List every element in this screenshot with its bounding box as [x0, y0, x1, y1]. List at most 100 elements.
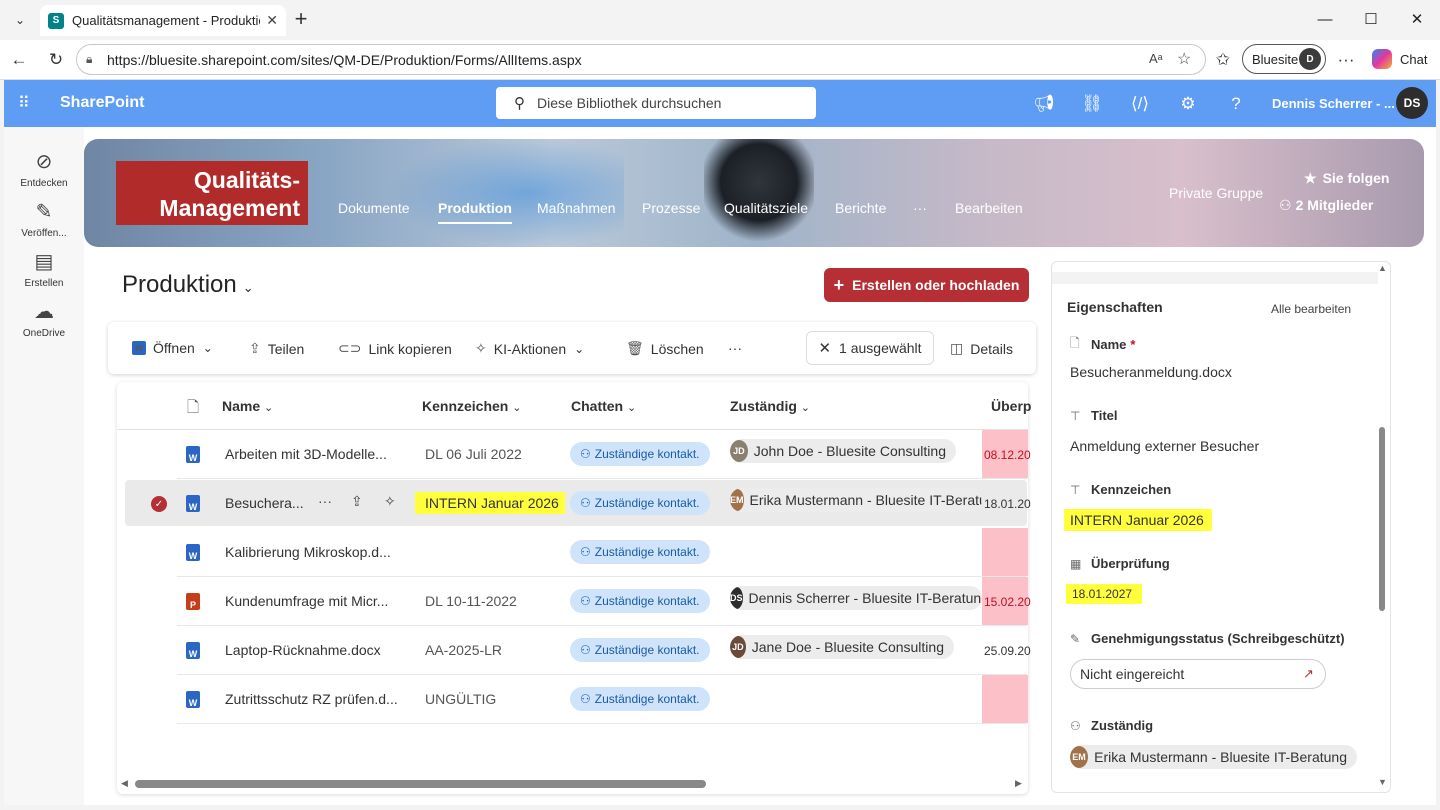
checkmark-icon[interactable]: ✓ [151, 496, 167, 512]
person-name: Erika Mustermann - Bluesite IT-Beratung [1094, 749, 1347, 765]
chat-pill[interactable]: ⚇ Zuständige kontakt. [570, 442, 710, 466]
ai-actions-button[interactable]: ✧ KI-Aktionen ⌄ [475, 340, 584, 357]
gear-icon[interactable]: ⚙︎ [1176, 92, 1200, 116]
chat-pill-label: Zuständige kontakt. [594, 447, 700, 461]
megaphone-icon[interactable]: 📢︎ [1032, 92, 1056, 116]
panel-vertical-scrollbar[interactable] [1379, 427, 1385, 611]
favorite-star-icon[interactable]: ☆ [1177, 49, 1191, 69]
person-chip[interactable]: JD John Doe - Bluesite Consulting [730, 439, 956, 463]
column-header-kennzeichen[interactable]: Kennzeichen ⌄ [422, 398, 521, 414]
refresh-button[interactable]: ↻ [43, 47, 69, 73]
teams-share-icon[interactable]: ⛓︎ [1080, 92, 1104, 116]
row-name[interactable]: Zutrittsschutz RZ prüfen.d... [225, 691, 398, 707]
prop-kennzeichen-value[interactable]: INTERN Januar 2026 [1064, 509, 1212, 531]
prop-name-value[interactable]: Besucheranmeldung.docx [1070, 364, 1232, 380]
row-name[interactable]: Arbeiten mit 3D-Modelle... [225, 446, 387, 462]
delete-button[interactable]: 🗑︎ Löschen [626, 340, 704, 357]
row-name[interactable]: Kundenumfrage mit Micr... [225, 593, 388, 609]
scroll-left-icon[interactable]: ◀ [121, 778, 128, 789]
create-upload-button[interactable]: + Erstellen oder hochladen [824, 268, 1029, 302]
layout-icon: ▤ [34, 251, 54, 273]
scroll-down-icon[interactable]: ▼ [1378, 777, 1387, 787]
nav-produktion[interactable]: Produktion [438, 200, 512, 224]
rail-erstellen[interactable]: ▤ Erstellen [10, 250, 78, 289]
column-header-chatten[interactable]: Chatten ⌄ [571, 398, 636, 414]
row-name[interactable]: Laptop-Rücknahme.docx [225, 642, 381, 658]
tab-list-button[interactable]: ⌄ [8, 8, 32, 32]
chat-pill[interactable]: ⚇ Zuständige kontakt. [570, 687, 710, 711]
approval-status-field[interactable]: Nicht eingereicht ↗ [1070, 659, 1326, 689]
maximize-button[interactable]: ☐ [1348, 6, 1394, 32]
scroll-up-icon[interactable]: ▲ [1378, 263, 1387, 273]
chat-pill[interactable]: ⚇ Zuständige kontakt. [570, 491, 710, 515]
row-name[interactable]: Kalibrierung Mikroskop.d... [225, 544, 391, 560]
help-icon[interactable]: ? [1224, 92, 1248, 116]
person-chip[interactable]: EM Erika Mustermann - Bluesite IT-Beratu [730, 488, 982, 512]
column-header-name[interactable]: Name ⌄ [222, 398, 273, 414]
chat-pill[interactable]: ⚇ Zuständige kontakt. [570, 589, 710, 613]
members-button[interactable]: ⚇ 2 Mitglieder [1279, 197, 1373, 214]
profile-button[interactable]: Bluesite D [1242, 44, 1326, 74]
details-button[interactable]: ◫ Details [950, 340, 1013, 357]
column-header-ueberpruefung[interactable]: Überp [991, 398, 1031, 414]
nav-massnahmen[interactable]: Maßnahmen [537, 200, 616, 216]
column-header-zustaendig[interactable]: Zuständig ⌄ [730, 398, 810, 414]
follow-button[interactable]: ★ Sie folgen [1304, 170, 1389, 187]
url-field[interactable]: 🔒︎ https://bluesite.sharepoint.com/sites… [76, 44, 1206, 75]
nav-prozesse[interactable]: Prozesse [642, 200, 700, 216]
copilot-chat-button[interactable]: Chat [1372, 49, 1427, 69]
open-button[interactable]: W Öffnen ⌄ [132, 340, 213, 356]
nav-berichte[interactable]: Berichte [835, 200, 886, 216]
rail-onedrive[interactable]: ☁︎ OneDrive [10, 300, 78, 339]
settings-more-icon[interactable]: ··· [1333, 47, 1359, 73]
open-external-icon[interactable]: ↗ [1303, 666, 1314, 682]
row-more-icon[interactable]: ··· [318, 493, 332, 509]
nav-bearbeiten[interactable]: Bearbeiten [955, 200, 1023, 216]
chat-pill[interactable]: ⚇ Zuständige kontakt. [570, 638, 710, 662]
site-logo[interactable]: Qualitäts- Management [116, 161, 308, 225]
tab-title: Qualitätsmanagement - Produktion [72, 13, 261, 28]
user-avatar[interactable]: DS [1396, 87, 1428, 119]
prop-title-value[interactable]: Anmeldung externer Besucher [1070, 438, 1259, 454]
user-name[interactable]: Dennis Scherrer - ... [1272, 96, 1395, 111]
panel-top-strip [1052, 272, 1378, 284]
edit-all-link[interactable]: Alle bearbeiten [1271, 302, 1351, 316]
person-chip[interactable]: JD Jane Doe - Bluesite Consulting [730, 635, 954, 659]
horizontal-scrollbar[interactable] [135, 780, 706, 788]
sharepoint-title[interactable]: SharePoint [60, 94, 144, 112]
close-tab-icon[interactable]: ✕ [266, 12, 278, 29]
prop-review-value[interactable]: 18.01.2027 [1066, 584, 1143, 604]
row-name[interactable]: Besuchera... [225, 495, 304, 511]
library-search-input[interactable]: ⚲ Diese Bibliothek durchsuchen [496, 87, 816, 119]
approval-status-value: Nicht eingereicht [1080, 666, 1185, 682]
minimize-button[interactable]: — [1302, 6, 1348, 32]
more-commands-button[interactable]: ··· [728, 340, 742, 356]
rail-veroeffentlichen[interactable]: ✎ Veröffen... [10, 200, 78, 239]
nav-dokumente[interactable]: Dokumente [338, 200, 410, 216]
share-button[interactable]: ⇪ Teilen [249, 340, 304, 357]
favorites-icon[interactable]: ✩ [1210, 47, 1236, 73]
row-share-icon[interactable]: ⇪ [351, 493, 363, 510]
rail-entdecken[interactable]: ⊘ Entdecken [10, 150, 78, 189]
nav-more-button[interactable]: ··· [913, 200, 927, 216]
copy-link-button[interactable]: ⊂⊃ Link kopieren [338, 340, 452, 357]
code-icon[interactable]: ⟨/⟩ [1128, 92, 1152, 116]
app-launcher-icon[interactable]: ⠿ [18, 94, 38, 114]
person-chip[interactable]: DS Dennis Scherrer - Bluesite IT-Beratun [730, 586, 982, 610]
chat-pill[interactable]: ⚇ Zuständige kontakt. [570, 540, 710, 564]
scroll-right-icon[interactable]: ▶ [1015, 778, 1022, 789]
browser-tab[interactable]: S Qualitätsmanagement - Produktion ✕ [40, 5, 286, 36]
new-tab-button[interactable]: + [289, 8, 313, 32]
selection-count-button[interactable]: ✕ 1 ausgewählt [806, 331, 934, 365]
copy-link-label: Link kopieren [368, 340, 452, 357]
back-button[interactable]: ← [6, 47, 32, 73]
close-window-button[interactable]: ✕ [1394, 6, 1440, 32]
prop-title-label: ⊤ Titel [1070, 408, 1118, 423]
read-aloud-icon[interactable]: Aᵃ [1149, 51, 1163, 66]
file-type-column-icon[interactable]: 🗋︎ [187, 397, 199, 422]
library-title[interactable]: Produktion ⌄ [122, 271, 254, 299]
row-ai-icon[interactable]: ✧ [384, 493, 396, 510]
nav-qualitaetsziele[interactable]: Qualitätsziele [724, 200, 808, 216]
column-label: Zuständig [730, 398, 797, 414]
prop-owner-chip[interactable]: EM Erika Mustermann - Bluesite IT-Beratun… [1070, 745, 1357, 769]
